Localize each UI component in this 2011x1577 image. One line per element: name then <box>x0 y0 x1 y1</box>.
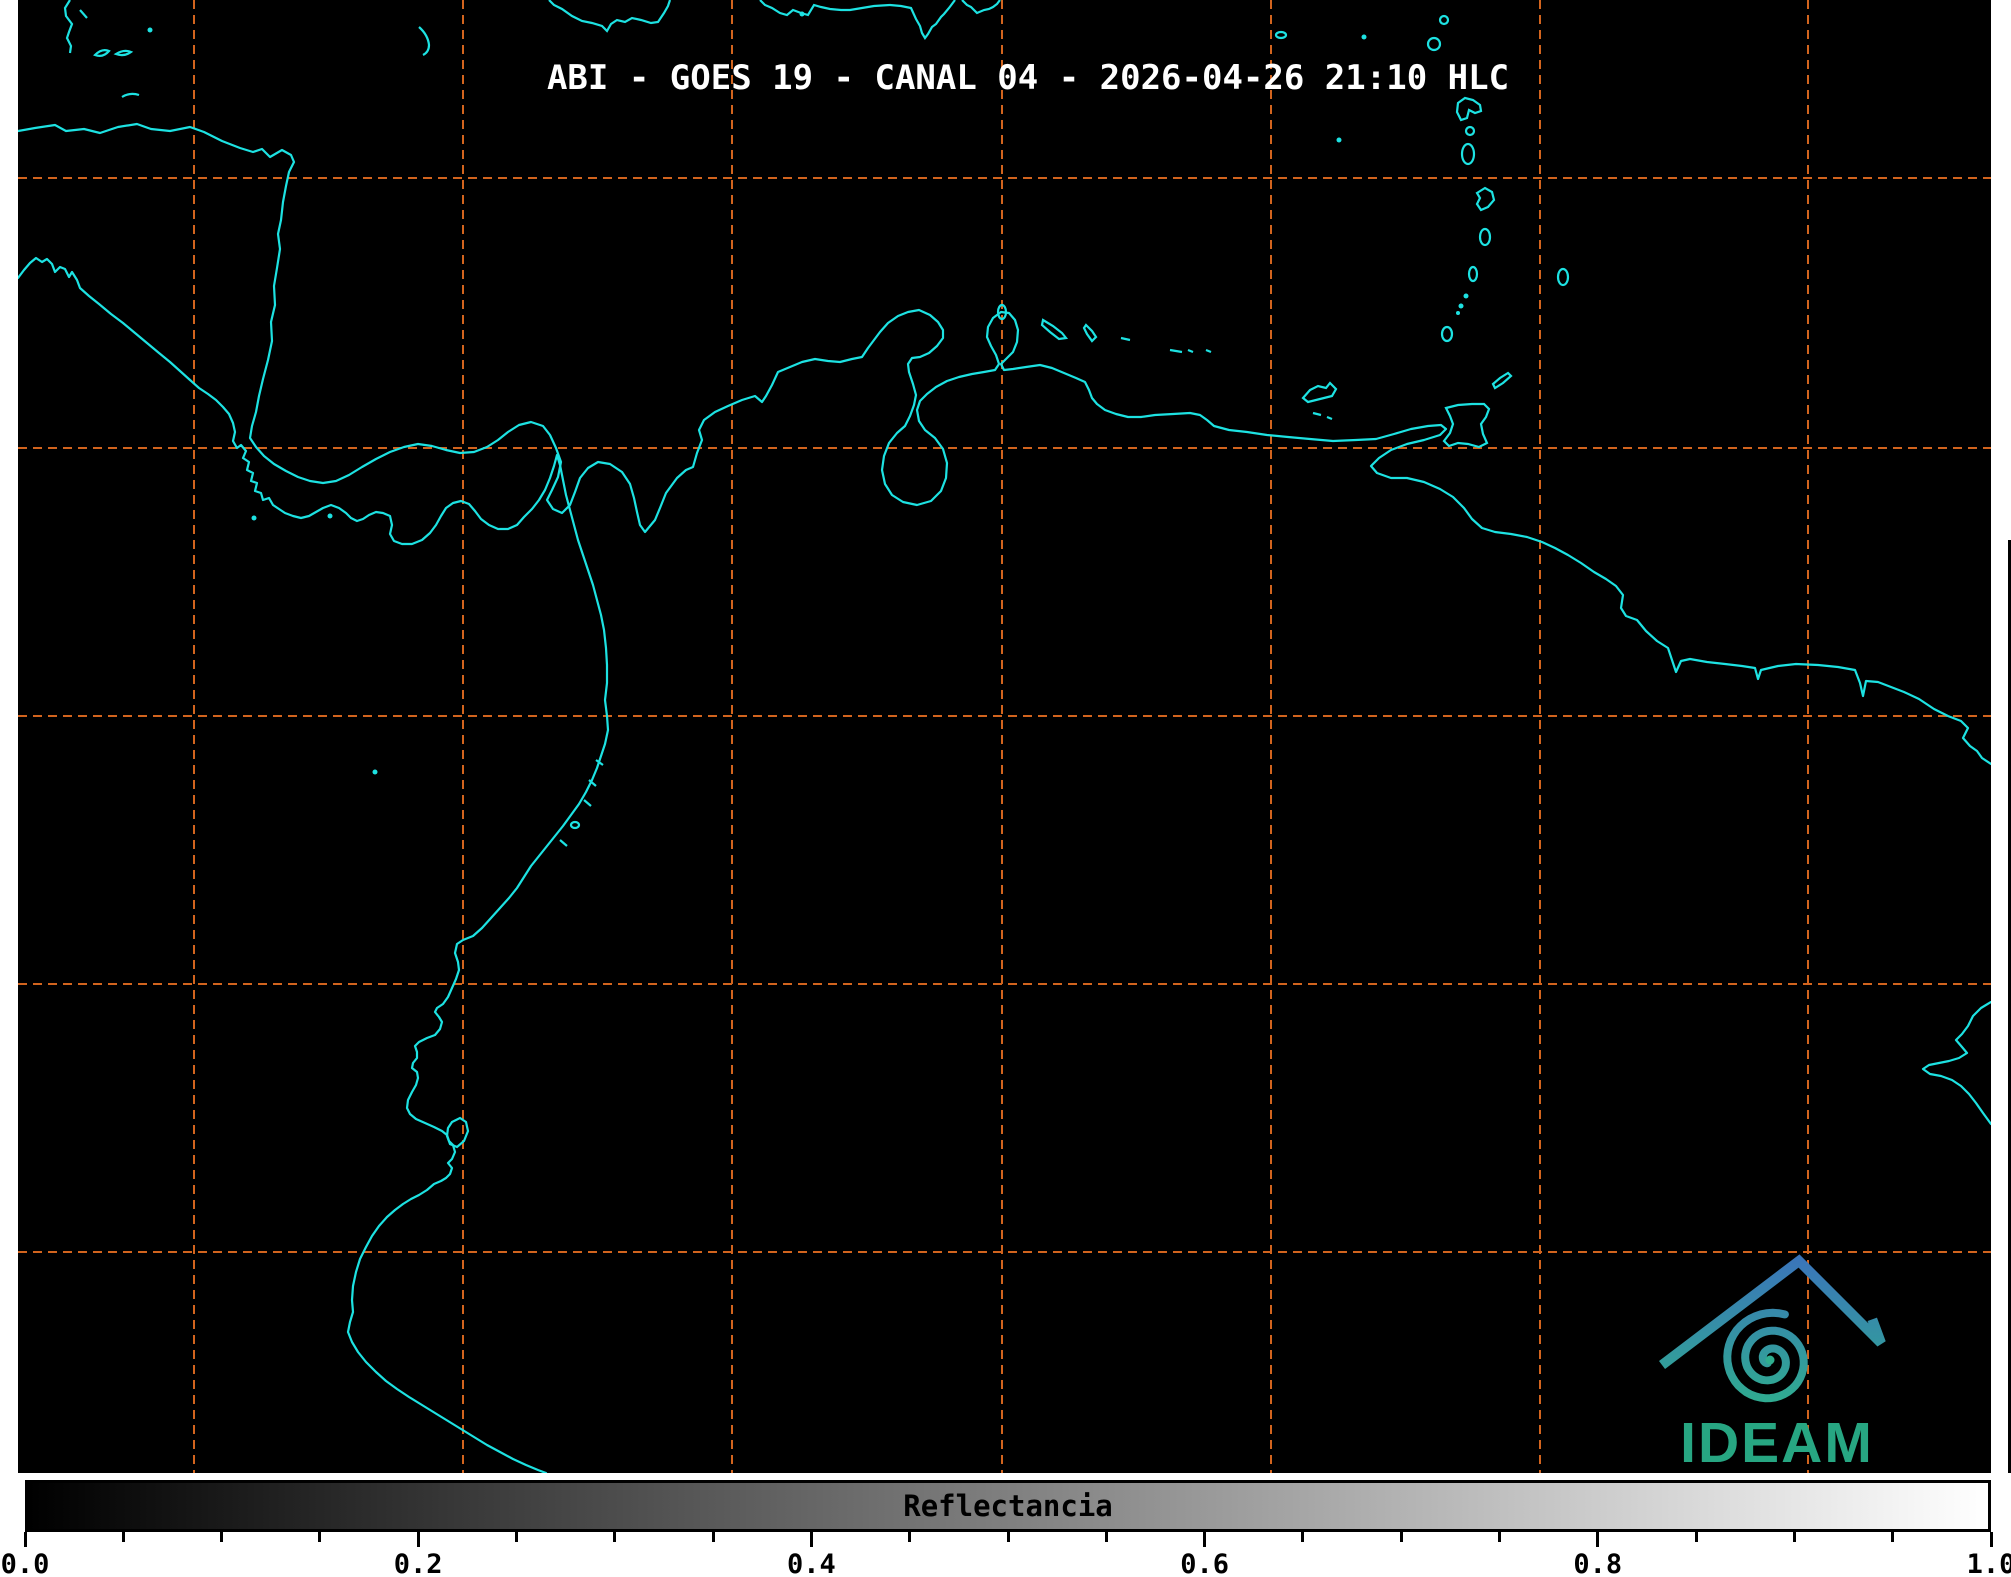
colorbar-major-tick <box>1990 1532 1993 1547</box>
reflectance-colorbar: Reflectancia <box>25 1480 1991 1532</box>
colorbar-tick-label: 0.2 <box>394 1549 443 1577</box>
colorbar-minor-tick <box>1301 1532 1304 1542</box>
map-title: ABI - GOES 19 - CANAL 04 - 2026-04-26 21… <box>547 58 1509 98</box>
colorbar-major-tick <box>417 1532 420 1547</box>
colorbar-label: Reflectancia <box>903 1489 1113 1523</box>
colorbar-major-tick <box>1203 1532 1206 1547</box>
colorbar-minor-tick <box>1007 1532 1010 1542</box>
colorbar-minor-tick <box>1498 1532 1501 1542</box>
colorbar-major-tick <box>1596 1532 1599 1547</box>
logo-spiral-eye <box>1766 1356 1775 1365</box>
colorbar-major-tick <box>810 1532 813 1547</box>
map-background <box>18 0 1991 1473</box>
colorbar-tick-label: 0.0 <box>1 1549 50 1577</box>
logo-wordmark: IDEAM <box>1680 1411 1874 1473</box>
satellite-map: IDEAM <box>0 0 2011 1473</box>
colorbar-major-tick <box>24 1532 27 1547</box>
colorbar-tick-label: 1.0 <box>1967 1549 2011 1577</box>
colorbar-minor-tick <box>908 1532 911 1542</box>
colorbar-minor-tick <box>1400 1532 1403 1542</box>
figure: IDEAM ABI - GOES 19 - CANAL 04 - 2026-04… <box>0 0 2011 1577</box>
colorbar-minor-tick <box>1695 1532 1698 1542</box>
colorbar-tick-label: 0.8 <box>1573 1549 1622 1577</box>
colorbar-axis: 0.00.20.40.60.81.0 <box>25 1532 1991 1577</box>
colorbar-minor-tick <box>122 1532 125 1542</box>
colorbar-minor-tick <box>712 1532 715 1542</box>
colorbar-minor-tick <box>1105 1532 1108 1542</box>
colorbar-minor-tick <box>515 1532 518 1542</box>
colorbar-tick-label: 0.6 <box>1180 1549 1229 1577</box>
colorbar-minor-tick <box>1891 1532 1894 1542</box>
colorbar-minor-tick <box>1793 1532 1796 1542</box>
colorbar-minor-tick <box>318 1532 321 1542</box>
colorbar-minor-tick <box>613 1532 616 1542</box>
colorbar-minor-tick <box>220 1532 223 1542</box>
colorbar-tick-label: 0.4 <box>787 1549 836 1577</box>
